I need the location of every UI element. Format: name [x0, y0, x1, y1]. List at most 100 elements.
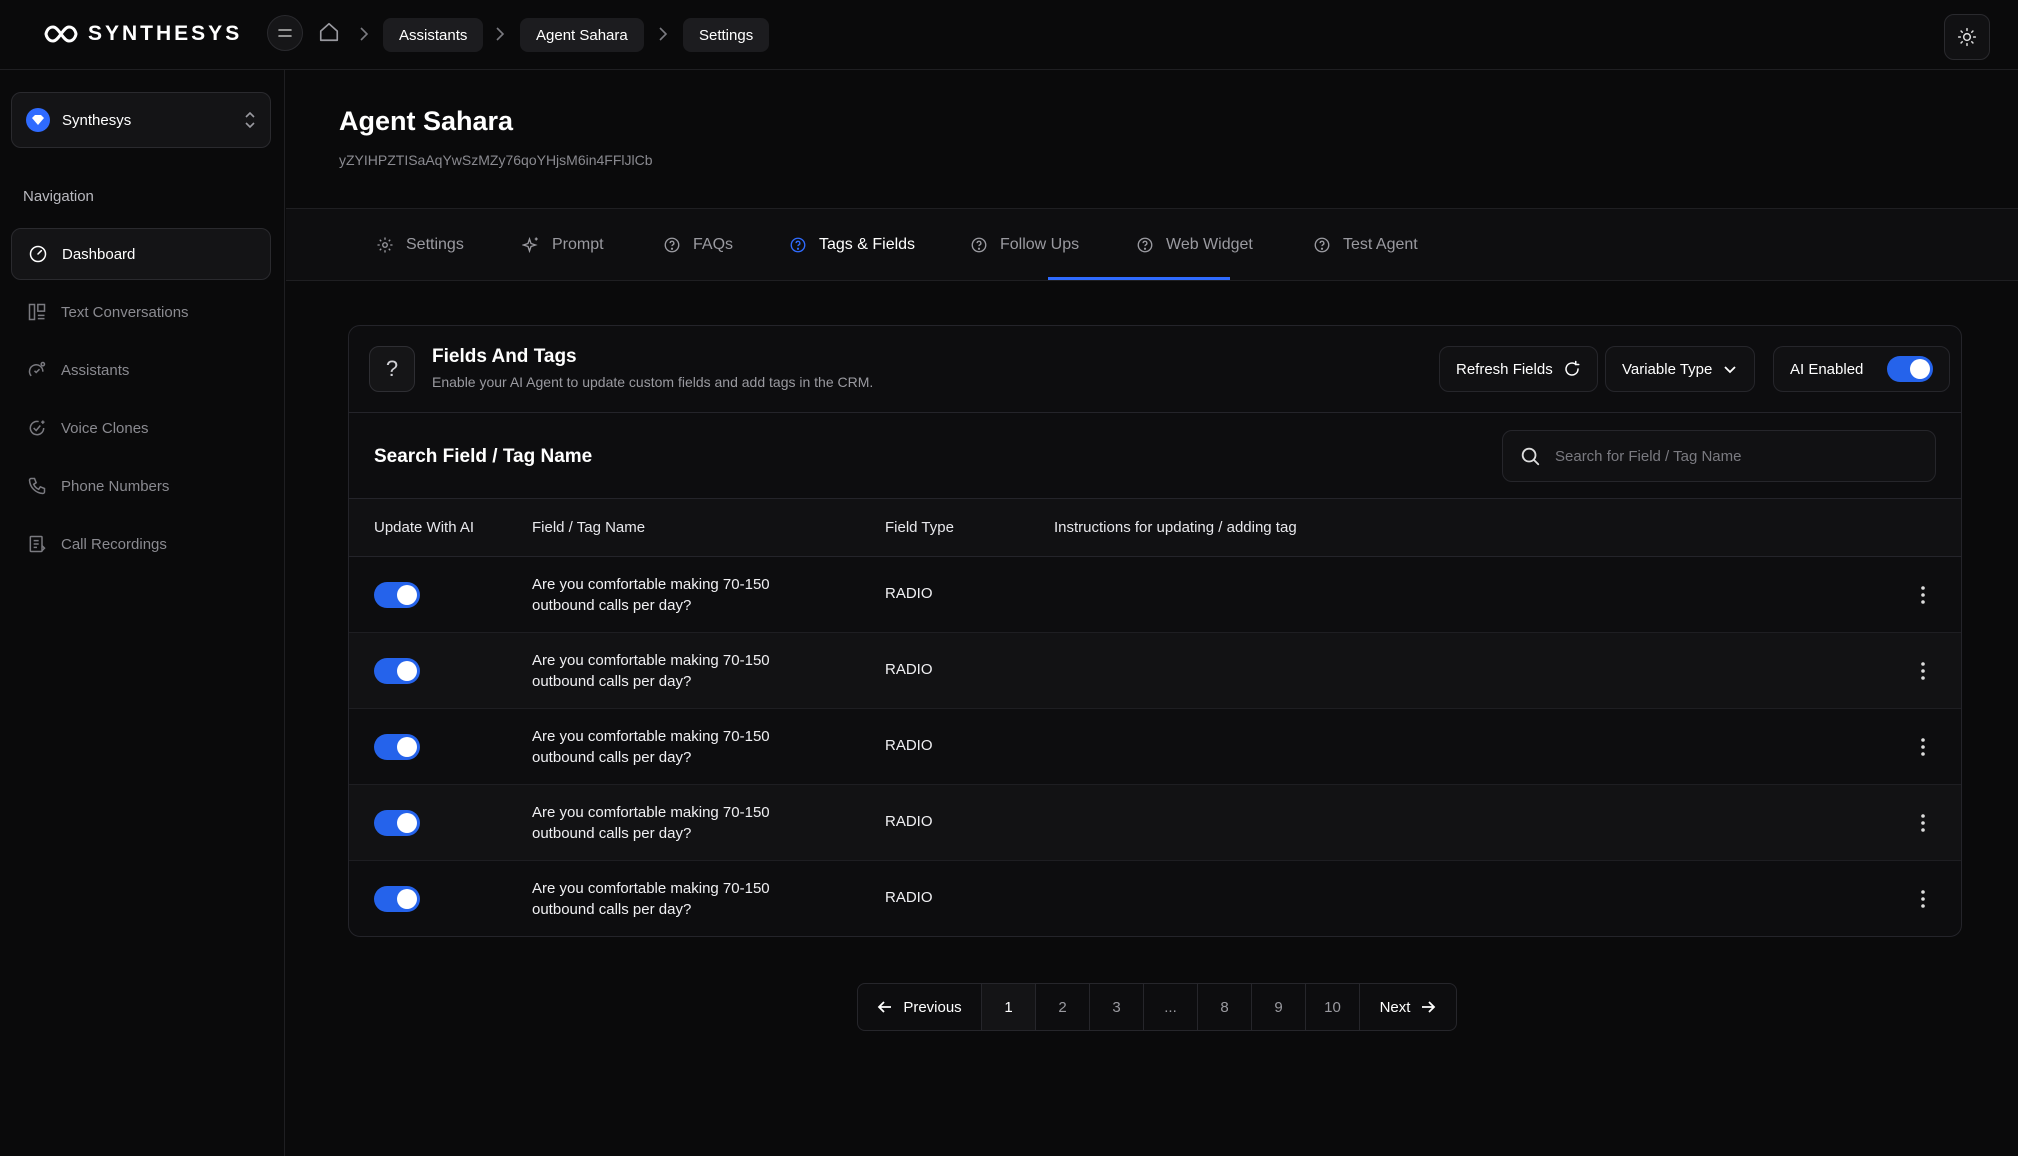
logo[interactable]: SYNTHESYS [44, 22, 242, 46]
card-subtitle: Enable your AI Agent to update custom fi… [432, 374, 874, 390]
field-name: Are you comfortable making 70-150 outbou… [532, 804, 770, 842]
table-row: Are you comfortable making 70-150 outbou… [349, 861, 1961, 936]
assistants-icon [27, 360, 47, 380]
previous-page-button[interactable]: Previous [858, 984, 982, 1030]
sparkle-icon [522, 236, 540, 254]
page-button[interactable]: 8 [1198, 984, 1252, 1030]
help-circle-icon [1313, 236, 1331, 254]
tab-settings[interactable]: Settings [376, 209, 464, 281]
column-header: Update With AI [374, 519, 475, 536]
breadcrumb-assistants[interactable]: Assistants [383, 18, 484, 52]
tab-label: Prompt [552, 236, 604, 253]
field-name: Are you comfortable making 70-150 outbou… [532, 652, 770, 690]
chevron-down-icon [1722, 361, 1738, 377]
variable-type-dropdown[interactable]: Variable Type [1605, 346, 1756, 392]
sidebar-item-dashboard[interactable]: Dashboard [11, 228, 271, 280]
tab-label: Web Widget [1166, 236, 1253, 253]
search-icon [1519, 445, 1541, 467]
ai-enabled-toggle[interactable] [1887, 356, 1934, 382]
help-circle-icon [970, 236, 988, 254]
tab-label: Tags & Fields [819, 236, 916, 253]
next-label: Next [1379, 998, 1411, 1016]
field-type: RADIO [885, 889, 933, 906]
sidebar-item-assistants[interactable]: Assistants [11, 344, 271, 396]
help-circle-icon [1136, 236, 1154, 254]
sidebar-toggle-button[interactable] [267, 15, 303, 51]
sidebar-item-text-conversations[interactable]: Text Conversations [11, 286, 271, 338]
arrow-right-icon [1420, 999, 1436, 1015]
sidebar-item-label: Voice Clones [61, 419, 149, 437]
variable-type-label: Variable Type [1622, 360, 1713, 378]
fields-tags-card: ? Fields And Tags Enable your AI Agent t… [348, 325, 1962, 937]
tab-follow-ups[interactable]: Follow Ups [970, 209, 1079, 281]
more-options-icon[interactable] [1911, 735, 1935, 759]
field-name: Are you comfortable making 70-150 outbou… [532, 576, 770, 614]
theme-toggle-button[interactable] [1944, 14, 1990, 60]
workspace-avatar [26, 108, 50, 132]
next-page-button[interactable]: Next [1360, 984, 1456, 1030]
table-header: Update With AI Field / Tag Name Field Ty… [349, 499, 1961, 557]
tab-label: FAQs [693, 236, 734, 253]
previous-label: Previous [903, 998, 962, 1016]
tab-bar: Settings Prompt FAQs Tags & Fields Follo… [286, 208, 2018, 281]
table-row: Are you comfortable making 70-150 outbou… [349, 557, 1961, 633]
update-with-ai-toggle[interactable] [374, 658, 420, 684]
page-button[interactable]: 1 [982, 984, 1036, 1030]
search-input[interactable] [1555, 447, 1895, 465]
sidebar-item-call-recordings[interactable]: Call Recordings [11, 518, 271, 570]
tab-tags-fields[interactable]: Tags & Fields [789, 209, 915, 281]
more-options-icon[interactable] [1911, 887, 1935, 911]
question-icon: ? [369, 346, 415, 392]
update-with-ai-toggle[interactable] [374, 582, 420, 608]
sidebar-item-label: Call Recordings [61, 535, 167, 553]
help-circle-icon [663, 236, 681, 254]
home-button[interactable] [318, 21, 340, 43]
tab-test-agent[interactable]: Test Agent [1313, 209, 1418, 281]
refresh-fields-button[interactable]: Refresh Fields [1439, 346, 1598, 392]
page-title: Agent Sahara [339, 106, 514, 136]
chevron-updown-icon [244, 111, 256, 129]
chevron-right-icon [494, 26, 506, 42]
update-with-ai-toggle[interactable] [374, 734, 420, 760]
tab-web-widget[interactable]: Web Widget [1136, 209, 1253, 281]
sidebar: Synthesys Navigation Dashboard Text Conv… [0, 70, 285, 1156]
page-button[interactable]: 9 [1252, 984, 1306, 1030]
field-name: Are you comfortable making 70-150 outbou… [532, 880, 770, 918]
dashboard-icon [28, 244, 48, 264]
column-header: Field Type [885, 519, 954, 536]
tab-label: Test Agent [1343, 236, 1418, 253]
refresh-fields-label: Refresh Fields [1456, 360, 1553, 378]
voice-clones-icon [27, 418, 47, 438]
tab-faqs[interactable]: FAQs [663, 209, 733, 281]
field-name: Are you comfortable making 70-150 outbou… [532, 728, 770, 766]
workspace-switcher[interactable]: Synthesys [11, 92, 271, 148]
card-header: ? Fields And Tags Enable your AI Agent t… [349, 326, 1961, 413]
search-title: Search Field / Tag Name [374, 446, 593, 467]
sidebar-item-phone-numbers[interactable]: Phone Numbers [11, 460, 271, 512]
help-circle-icon [789, 236, 807, 254]
sidebar-item-label: Phone Numbers [61, 477, 170, 495]
logo-text: SYNTHESYS [88, 22, 243, 45]
sidebar-item-voice-clones[interactable]: Voice Clones [11, 402, 271, 454]
page-button[interactable]: 10 [1306, 984, 1360, 1030]
more-options-icon[interactable] [1911, 659, 1935, 683]
conversations-icon [27, 302, 47, 322]
sun-icon [1957, 27, 1977, 47]
more-options-icon[interactable] [1911, 583, 1935, 607]
breadcrumb-settings[interactable]: Settings [683, 18, 770, 52]
more-options-icon[interactable] [1911, 811, 1935, 835]
update-with-ai-toggle[interactable] [374, 810, 420, 836]
card-title: Fields And Tags [432, 346, 577, 367]
page-button[interactable]: 3 [1090, 984, 1144, 1030]
update-with-ai-toggle[interactable] [374, 886, 420, 912]
tab-prompt[interactable]: Prompt [522, 209, 604, 281]
menu-icon [278, 28, 292, 38]
top-bar: SYNTHESYS Assistants Agent Sahara Settin… [0, 0, 2018, 70]
sidebar-item-label: Dashboard [62, 245, 136, 263]
table-row: Are you comfortable making 70-150 outbou… [349, 785, 1961, 861]
table-row: Are you comfortable making 70-150 outbou… [349, 709, 1961, 785]
column-header: Instructions for updating / adding tag [1054, 519, 1297, 536]
breadcrumb-agent[interactable]: Agent Sahara [520, 18, 644, 52]
ai-enabled-control: AI Enabled [1773, 346, 1951, 392]
page-button[interactable]: 2 [1036, 984, 1090, 1030]
